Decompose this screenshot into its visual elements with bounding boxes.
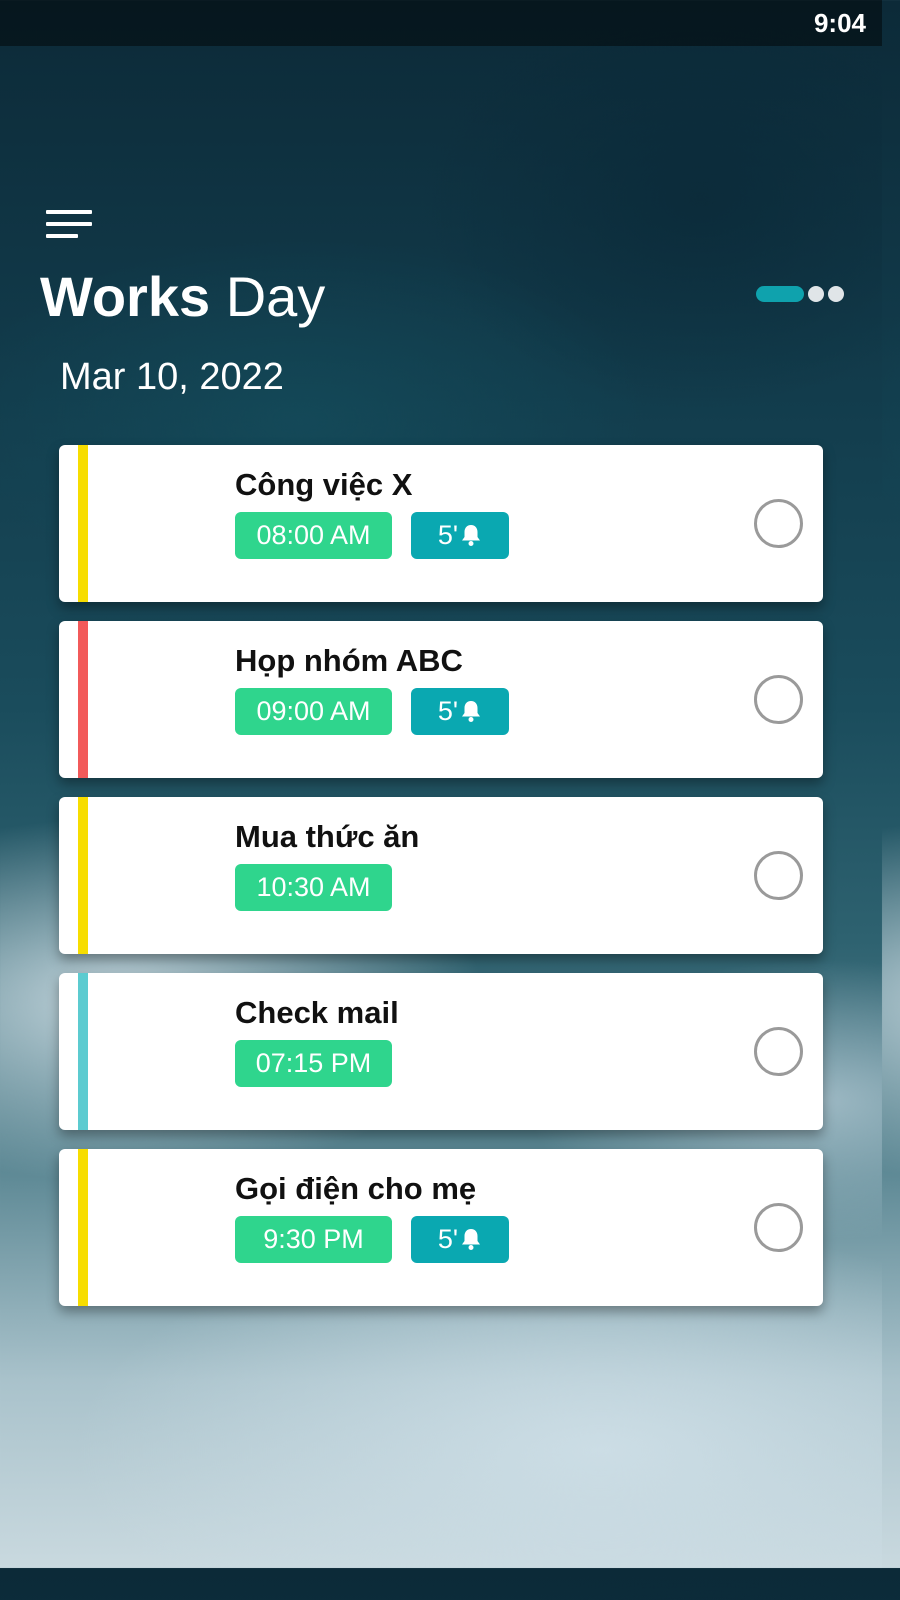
status-bar: 9:04 [0, 0, 882, 46]
task-title: Họp nhóm ABC [235, 643, 463, 678]
page-title: Works Day [40, 264, 325, 330]
task-time-badge: 09:00 AM [235, 688, 392, 735]
menu-icon[interactable] [46, 208, 92, 242]
task-priority-bar [78, 445, 88, 602]
task-complete-checkbox[interactable] [754, 675, 803, 724]
task-time-badge: 10:30 AM [235, 864, 392, 911]
task-card[interactable]: Họp nhóm ABC 09:00 AM 5' [59, 621, 823, 778]
reminder-minutes: 5' [437, 1224, 459, 1254]
task-reminder-badge: 5' [411, 512, 509, 559]
page-indicator-dot[interactable] [828, 286, 844, 302]
task-title: Công việc X [235, 467, 413, 502]
title-light: Day [225, 265, 326, 328]
task-card[interactable]: Check mail 07:15 PM [59, 973, 823, 1130]
bell-icon [462, 700, 481, 722]
task-complete-checkbox[interactable] [754, 851, 803, 900]
task-time-badge: 9:30 PM [235, 1216, 392, 1263]
task-title: Gọi điện cho mẹ [235, 1171, 477, 1206]
reminder-minutes: 5' [437, 520, 459, 550]
task-list: Công việc X 08:00 AM 5' Họp nhóm ABC 09:… [59, 445, 823, 1325]
task-reminder-badge: 5' [411, 1216, 509, 1263]
task-priority-bar [78, 797, 88, 954]
task-title: Mua thức ăn [235, 819, 420, 854]
bell-icon [462, 1228, 481, 1250]
task-reminder-badge: 5' [411, 688, 509, 735]
page-indicator-dot[interactable] [808, 286, 824, 302]
task-time-badge: 08:00 AM [235, 512, 392, 559]
task-complete-checkbox[interactable] [754, 1027, 803, 1076]
task-card[interactable]: Mua thức ăn 10:30 AM [59, 797, 823, 954]
task-card[interactable]: Gọi điện cho mẹ 9:30 PM 5' [59, 1149, 823, 1306]
task-priority-bar [78, 973, 88, 1130]
task-priority-bar [78, 621, 88, 778]
task-time-badge: 07:15 PM [235, 1040, 392, 1087]
task-complete-checkbox[interactable] [754, 1203, 803, 1252]
task-complete-checkbox[interactable] [754, 499, 803, 548]
task-card[interactable]: Công việc X 08:00 AM 5' [59, 445, 823, 602]
bell-icon [462, 524, 481, 546]
title-bold: Works [40, 265, 211, 328]
task-priority-bar [78, 1149, 88, 1306]
reminder-minutes: 5' [437, 696, 459, 726]
status-time: 9:04 [813, 8, 866, 38]
date-label: Mar 10, 2022 [60, 356, 284, 398]
page-indicator-active[interactable] [756, 286, 804, 302]
task-title: Check mail [235, 995, 399, 1030]
